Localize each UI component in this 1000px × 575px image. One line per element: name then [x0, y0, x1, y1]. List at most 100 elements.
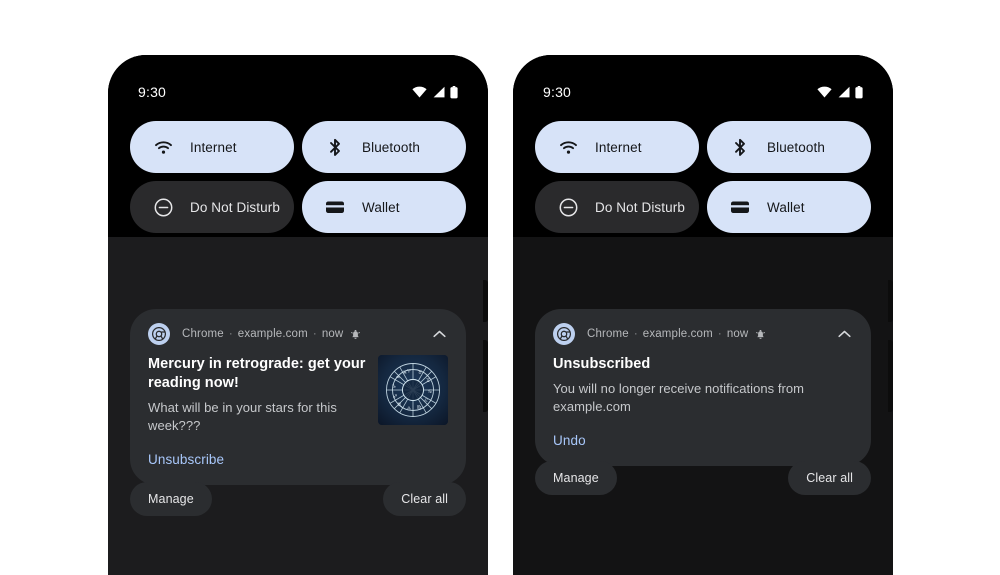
- notification-title: Mercury in retrograde: get your reading …: [148, 356, 366, 392]
- qs-tile-label: Wallet: [362, 199, 400, 215]
- qs-tile-label: Internet: [595, 139, 642, 155]
- meta-separator: ·: [717, 328, 722, 340]
- meta-separator: ·: [228, 328, 233, 340]
- status-bar-clock: 9:30: [138, 84, 167, 100]
- qs-tile-internet[interactable]: Internet: [130, 121, 294, 173]
- unsubscribe-link[interactable]: Unsubscribe: [148, 452, 224, 467]
- svg-text:♌: ♌: [424, 398, 428, 404]
- zodiac-wheel-image: ♈ ♉ ♊ ♋ ♌ ♍ ♎ ♏ ♐ ♑ ♒ ♓: [378, 355, 448, 425]
- wifi-icon: [152, 136, 174, 158]
- volume-button[interactable]: [483, 280, 488, 322]
- notification-time: now: [726, 328, 749, 340]
- shade-footer: Manage Clear all: [535, 461, 871, 495]
- notification-shade: Chrome · example.com · now: [513, 237, 893, 575]
- svg-text:♎: ♎: [407, 406, 412, 412]
- svg-text:♑: ♑: [392, 384, 396, 390]
- svg-text:♓: ♓: [403, 370, 407, 376]
- qs-tile-label: Bluetooth: [767, 139, 825, 155]
- power-button[interactable]: [483, 340, 488, 412]
- qs-tile-wallet[interactable]: Wallet: [302, 181, 466, 233]
- notification-app-name: Chrome: [182, 328, 224, 340]
- screenshot-stage: 9:30 Internet Bluetooth Do Not Disturb W…: [0, 0, 1000, 575]
- quick-settings-grid: Internet Bluetooth Do Not Disturb Wallet: [535, 121, 871, 233]
- wallet-icon: [729, 196, 751, 218]
- phone-screen-after: 9:30 Internet Bluetooth Do Not Disturb W…: [513, 55, 893, 575]
- svg-text:♍: ♍: [417, 405, 422, 411]
- svg-text:♉: ♉: [418, 370, 423, 376]
- qs-tile-do-not-disturb[interactable]: Do Not Disturb: [130, 181, 294, 233]
- qs-tile-label: Bluetooth: [362, 139, 420, 155]
- svg-text:♏: ♏: [398, 402, 403, 408]
- quick-settings-grid: Internet Bluetooth Do Not Disturb Wallet: [130, 121, 466, 233]
- notification-text-block: Unsubscribed You will no longer receive …: [553, 355, 853, 415]
- notification-body: Mercury in retrograde: get your reading …: [148, 355, 448, 434]
- phone-mockup-before: 9:30 Internet Bluetooth Do Not Disturb W…: [108, 55, 488, 575]
- wallet-icon: [324, 196, 346, 218]
- status-bar-clock: 9:30: [543, 84, 572, 100]
- qs-tile-label: Do Not Disturb: [595, 199, 685, 215]
- chrome-icon: [553, 323, 575, 345]
- qs-tile-label: Do Not Disturb: [190, 199, 280, 215]
- qs-tile-label: Internet: [190, 139, 237, 155]
- chevron-up-icon[interactable]: [430, 325, 448, 343]
- battery-icon: [855, 85, 863, 99]
- notification-shade: Chrome · example.com · now: [108, 237, 488, 575]
- qs-tile-internet[interactable]: Internet: [535, 121, 699, 173]
- status-bar-icons: [817, 85, 863, 99]
- svg-text:♈: ♈: [407, 369, 412, 375]
- notification-time: now: [321, 328, 344, 340]
- notification-header: Chrome · example.com · now: [553, 323, 853, 345]
- chevron-up-icon[interactable]: [835, 325, 853, 343]
- phone-mockup-after: 9:30 Internet Bluetooth Do Not Disturb W…: [513, 55, 893, 575]
- notification-card[interactable]: Chrome · example.com · now: [130, 309, 466, 486]
- meta-separator: ·: [312, 328, 317, 340]
- notification-app-name: Chrome: [587, 328, 629, 340]
- qs-tile-bluetooth[interactable]: Bluetooth: [707, 121, 871, 173]
- svg-text:♐: ♐: [393, 394, 397, 400]
- notification-subtitle: What will be in your stars for this week…: [148, 400, 337, 433]
- qs-tile-bluetooth[interactable]: Bluetooth: [302, 121, 466, 173]
- notification-card[interactable]: Chrome · example.com · now: [535, 309, 871, 466]
- notification-body: Unsubscribed You will no longer receive …: [553, 355, 853, 415]
- notification-header: Chrome · example.com · now: [148, 323, 448, 345]
- power-button[interactable]: [888, 340, 893, 412]
- phone-screen-before: 9:30 Internet Bluetooth Do Not Disturb W…: [108, 55, 488, 575]
- bell-icon: [755, 329, 766, 340]
- notification-meta: Chrome · example.com · now: [587, 328, 766, 340]
- meta-separator: ·: [633, 328, 638, 340]
- notification-source: example.com: [237, 328, 308, 340]
- status-bar: 9:30: [513, 82, 893, 102]
- notification-title: Unsubscribed: [553, 356, 651, 372]
- status-bar: 9:30: [108, 82, 488, 102]
- status-bar-icons: [412, 85, 458, 99]
- bell-icon: [350, 329, 361, 340]
- bluetooth-icon: [324, 136, 346, 158]
- wifi-icon: [557, 136, 579, 158]
- notification-meta: Chrome · example.com · now: [182, 328, 361, 340]
- notification-text-block: Mercury in retrograde: get your reading …: [148, 355, 378, 434]
- manage-button[interactable]: Manage: [535, 461, 617, 495]
- bluetooth-icon: [729, 136, 751, 158]
- notification-source: example.com: [642, 328, 713, 340]
- cellular-signal-icon: [432, 86, 445, 98]
- qs-tile-label: Wallet: [767, 199, 805, 215]
- clear-all-button[interactable]: Clear all: [788, 461, 871, 495]
- clear-all-button[interactable]: Clear all: [383, 482, 466, 516]
- chrome-icon: [148, 323, 170, 345]
- manage-button[interactable]: Manage: [130, 482, 212, 516]
- cellular-signal-icon: [837, 86, 850, 98]
- qs-tile-wallet[interactable]: Wallet: [707, 181, 871, 233]
- do-not-disturb-icon: [557, 196, 579, 218]
- svg-text:♒: ♒: [396, 375, 401, 381]
- undo-link[interactable]: Undo: [553, 433, 586, 448]
- svg-text:♋: ♋: [428, 389, 432, 395]
- shade-footer: Manage Clear all: [130, 482, 466, 516]
- qs-tile-do-not-disturb[interactable]: Do Not Disturb: [535, 181, 699, 233]
- volume-button[interactable]: [888, 280, 893, 322]
- svg-text:♊: ♊: [426, 378, 431, 384]
- battery-icon: [450, 85, 458, 99]
- wifi-icon: [412, 86, 427, 98]
- wifi-icon: [817, 86, 832, 98]
- do-not-disturb-icon: [152, 196, 174, 218]
- notification-subtitle: You will no longer receive notifications…: [553, 381, 805, 414]
